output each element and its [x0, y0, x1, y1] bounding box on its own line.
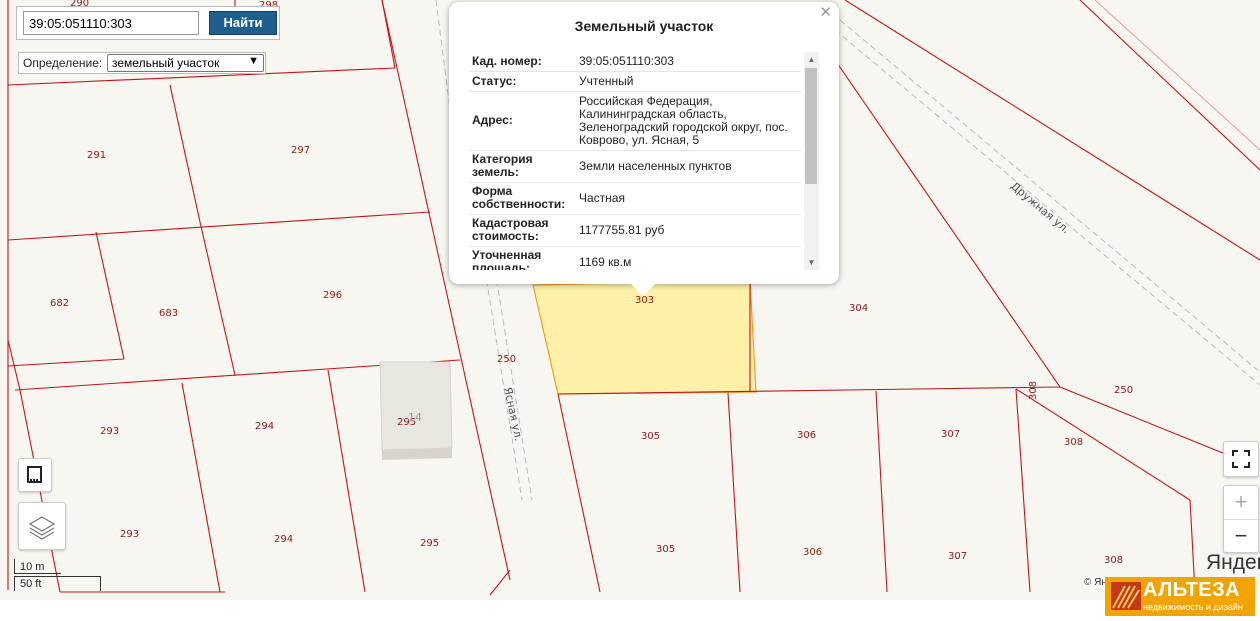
row-value: 1169 кв.м: [579, 255, 632, 269]
definition-label: Определение:: [23, 56, 103, 70]
zoom-in-button[interactable]: +: [1224, 486, 1258, 518]
table-row: Категория земель: Земли населенных пункт…: [469, 151, 801, 183]
altesa-brand-badge[interactable]: АЛЬТЕЗА недвижимость и дизайн: [1105, 577, 1255, 616]
table-row: Кадастровая стоимость: 1177755.81 руб: [469, 215, 801, 247]
scale-imperial: 50 ft: [14, 576, 101, 591]
row-key: Форма собственности:: [472, 184, 566, 211]
row-value: 1177755.81 руб: [579, 223, 665, 237]
table-row: Кад. номер: 39:05:051110:303: [469, 52, 801, 72]
layers-button[interactable]: [18, 502, 66, 550]
map-copyright[interactable]: © Ян: [1084, 577, 1107, 588]
chevron-down-icon: ▼: [248, 55, 259, 67]
definition-panel: Определение: земельный участок ▼: [18, 52, 266, 74]
row-value: Учтенный: [579, 74, 634, 88]
row-key: Адрес:: [472, 113, 513, 127]
row-key: Статус:: [472, 73, 517, 88]
layers-icon: [28, 516, 56, 540]
scrollbar-thumb[interactable]: [805, 68, 817, 184]
brand-name: АЛЬТЕЗА: [1143, 579, 1241, 601]
search-button[interactable]: Найти: [209, 11, 277, 35]
popup-pointer: [631, 284, 655, 296]
row-key: Кадастровая стоимость:: [472, 216, 549, 243]
row-key: Уточненная площадь:: [472, 248, 542, 271]
table-row: Форма собственности: Частная: [469, 183, 801, 215]
row-key: Категория земель:: [472, 152, 533, 179]
yandex-logo[interactable]: Яндекс: [1206, 551, 1260, 575]
zoom-out-button[interactable]: −: [1224, 519, 1258, 552]
altesa-logo-icon: [1111, 582, 1141, 610]
scroll-up-icon[interactable]: ▲: [804, 55, 819, 64]
zoom-control: + −: [1223, 485, 1259, 553]
scroll-down-icon[interactable]: ▼: [804, 258, 819, 267]
ruler-button[interactable]: [18, 458, 52, 492]
row-value: Земли населенных пунктов: [579, 159, 732, 173]
row-value: Частная: [579, 191, 625, 205]
fullscreen-icon: [1232, 450, 1250, 468]
info-popup: ✕ Земельный участок Кад. номер: 39:05:05…: [449, 2, 839, 296]
ruler-icon: [27, 466, 42, 483]
table-row: Статус: Учтенный: [469, 72, 801, 92]
fullscreen-button[interactable]: [1223, 441, 1259, 477]
search-panel: Найти: [16, 6, 280, 40]
row-value: 39:05:051110:303: [579, 54, 674, 68]
popup-scrollbar[interactable]: ▲ ▼: [804, 52, 819, 270]
popup-details-table: Кад. номер: 39:05:051110:303 Статус: Учт…: [469, 52, 801, 270]
row-value: Российская Федерация, Калининградская об…: [579, 94, 788, 147]
table-row: Уточненная площадь: 1169 кв.м: [469, 247, 801, 271]
brand-subtitle: недвижимость и дизайн: [1143, 602, 1243, 612]
popup-title: Земельный участок: [574, 18, 714, 34]
table-row: Адрес: Российская Федерация, Калининград…: [469, 92, 801, 151]
row-key: Кад. номер:: [472, 53, 542, 68]
definition-select-value: земельный участок: [112, 56, 220, 70]
scale-metric: 10 m: [14, 559, 61, 574]
definition-select[interactable]: земельный участок ▼: [107, 54, 264, 72]
selected-plot-303[interactable]: [532, 279, 757, 395]
cadastral-search-input[interactable]: [23, 11, 199, 35]
